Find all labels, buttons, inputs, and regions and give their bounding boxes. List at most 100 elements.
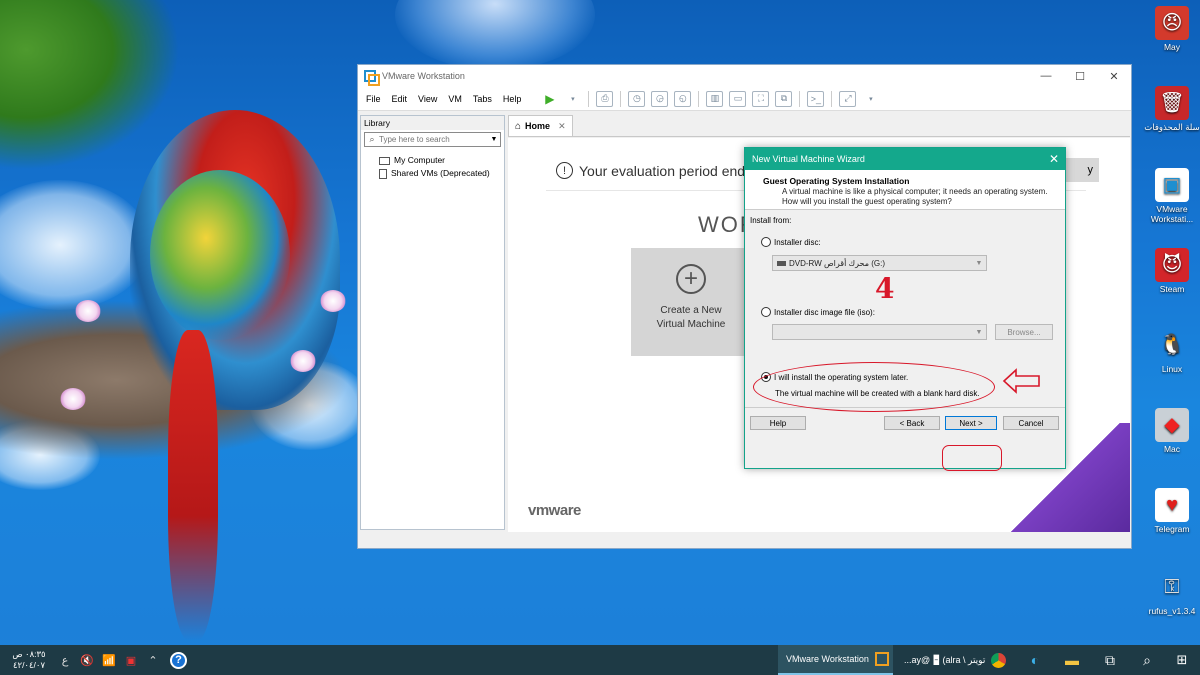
full-screen-icon[interactable]: ⛶ xyxy=(752,90,770,107)
desktop-icon-label: Telegram xyxy=(1154,524,1190,534)
desktop-icon-vmware[interactable]: ▣ VMware Workstati... xyxy=(1142,168,1200,225)
wifi-icon[interactable]: 📶 xyxy=(98,654,120,667)
linux-penguin-icon: 🐧 xyxy=(1159,333,1185,356)
maximize-button[interactable]: ☐ xyxy=(1063,70,1097,83)
background-flower xyxy=(75,300,101,322)
menu-vm[interactable]: VM xyxy=(448,94,462,104)
wizard-heading: Guest Operating System Installation xyxy=(763,176,910,186)
background-moon xyxy=(395,0,595,70)
recycle-bin-icon: 🗑 xyxy=(1155,86,1189,120)
minimize-button[interactable]: — xyxy=(1029,70,1063,83)
toolbar-separator xyxy=(588,90,590,107)
chevron-down-icon: ▼ xyxy=(975,328,983,336)
install-from-label: Install from: xyxy=(750,216,792,225)
toolbar-separator xyxy=(831,90,833,107)
new-vm-wizard-dialog: New Virtual Machine Wizard ✕ Guest Opera… xyxy=(744,147,1066,469)
search-icon[interactable]: ⌕ xyxy=(1137,650,1157,670)
toolbar: ▶ ▾ ⎙ ◷ ◶ ◵ ▥ ▭ ⛶ ⧉ >_ ⤢ ▾ xyxy=(538,90,882,107)
tab-home[interactable]: ⌂ Home ✕ xyxy=(508,115,573,136)
highlight-ellipse xyxy=(753,362,995,412)
play-icon[interactable]: ▶ xyxy=(541,91,558,107)
radio-installer-disc[interactable]: Installer disc: xyxy=(761,237,821,247)
clock[interactable]: ٠٨:٣٥ ص ٤٢/٠٤/٠٧ xyxy=(4,649,54,671)
menu-bar: File Edit View VM Tabs Help ▶ ▾ ⎙ ◷ ◶ ◵ … xyxy=(358,87,1131,111)
radio-installer-iso[interactable]: Installer disc image file (iso): xyxy=(761,307,875,317)
library-view-icon[interactable]: ▥ xyxy=(706,90,724,107)
tree-item-shared-vms[interactable]: Shared VMs (Deprecated) xyxy=(379,167,504,180)
close-button[interactable]: ✕ xyxy=(1097,70,1131,83)
chevron-down-icon[interactable]: ▼ xyxy=(488,136,500,143)
menu-file[interactable]: File xyxy=(366,94,381,104)
taskbar-browser-window[interactable]: ...ay@ 🁢 (alra \ تويتر xyxy=(900,645,1015,675)
wizard-close-button[interactable]: ✕ xyxy=(1043,152,1065,166)
file-explorer-icon[interactable]: ▬ xyxy=(1062,650,1082,670)
snapshot-manager-icon[interactable]: ◵ xyxy=(674,90,692,107)
system-tray: ع 🔇 📶 ▣ ⌃ ? xyxy=(54,651,187,669)
desktop-icon-mac[interactable]: ◆ Mac xyxy=(1142,408,1200,455)
desktop-icon-label: Steam xyxy=(1159,284,1185,294)
desktop-icon-rufus[interactable]: ⚿ rufus_v1.3.4 xyxy=(1142,570,1200,617)
stretch-icon[interactable]: ⤢ xyxy=(839,90,857,107)
exclamation-icon: ! xyxy=(556,162,573,179)
buy-now-button[interactable]: y xyxy=(1063,158,1099,182)
send-keys-icon[interactable]: ⎙ xyxy=(596,90,614,107)
console-icon[interactable]: >_ xyxy=(807,90,825,107)
next-button[interactable]: Next > xyxy=(945,416,997,430)
desktop-icon-label: Linux xyxy=(1161,364,1183,374)
help-button[interactable]: Help xyxy=(750,416,806,430)
vmware-app-icon xyxy=(874,652,889,666)
menu-tabs[interactable]: Tabs xyxy=(473,94,492,104)
revert-snapshot-icon[interactable]: ◶ xyxy=(651,90,669,107)
menu-edit[interactable]: Edit xyxy=(392,94,408,104)
background-cloud xyxy=(0,180,150,310)
desktop-icon-telegram[interactable]: ♥ Telegram xyxy=(1142,488,1200,535)
show-hidden-icons-chevron-up-icon[interactable]: ⌃ xyxy=(142,654,164,667)
snapshot-icon[interactable]: ◷ xyxy=(628,90,646,107)
toolbar-separator xyxy=(698,90,700,107)
tab-close-icon[interactable]: ✕ xyxy=(558,121,566,132)
wizard-titlebar[interactable]: New Virtual Machine Wizard ✕ xyxy=(745,148,1065,170)
desktop-icon-recycle-bin[interactable]: 🗑 سلة المحذوفات xyxy=(1142,86,1200,133)
library-search-input[interactable] xyxy=(379,135,488,144)
taskbar-vmware[interactable]: VMware Workstation xyxy=(778,645,893,675)
iso-path-select[interactable]: ▼ xyxy=(772,324,987,340)
unity-icon[interactable]: ⧉ xyxy=(775,90,793,107)
background-flower xyxy=(60,388,86,410)
desktop-icon-may[interactable]: 😠 May xyxy=(1142,6,1200,53)
menu-help[interactable]: Help xyxy=(503,94,522,104)
language-indicator[interactable]: ع xyxy=(54,654,76,667)
wizard-header: Guest Operating System Installation A vi… xyxy=(745,170,1065,210)
wizard-button-bar: Help < Back Next > Cancel xyxy=(745,407,1065,437)
evaluation-notice: ! Your evaluation period ends i xyxy=(556,162,759,179)
task-view-icon[interactable]: ⧉ xyxy=(1100,650,1120,670)
tree-item-my-computer[interactable]: My Computer xyxy=(379,154,504,167)
pdf-reader-icon[interactable]: ▣ xyxy=(120,654,142,667)
menu-view[interactable]: View xyxy=(418,94,437,104)
thumbnail-view-icon[interactable]: ▭ xyxy=(729,90,747,107)
desktop-icon-linux[interactable]: 🐧 Linux xyxy=(1142,328,1200,375)
home-tab-icon: ⌂ xyxy=(515,120,522,132)
dropdown-arrow-icon[interactable]: ▾ xyxy=(564,91,581,107)
desktop-icon-steam[interactable]: 😈 Steam xyxy=(1142,248,1200,295)
tree-item-label: My Computer xyxy=(394,155,446,165)
desktop-icon-label: VMware Workstati... xyxy=(1150,204,1194,224)
disc-select[interactable]: DVD-RW محرك أقراص (G:) ▼ xyxy=(772,255,987,271)
tab-strip: ⌂ Home ✕ xyxy=(508,115,1130,137)
windows-start-icon[interactable]: ⊞ xyxy=(1172,650,1192,670)
help-question-icon[interactable]: ? xyxy=(170,651,187,669)
status-bar xyxy=(358,532,1131,548)
back-button[interactable]: < Back xyxy=(884,416,940,430)
create-vm-label-line1: Create a New xyxy=(660,305,722,316)
vmware-logo: vmware xyxy=(528,502,581,519)
background-parrot-tail xyxy=(168,330,218,640)
browse-button[interactable]: Browse... xyxy=(995,324,1053,340)
angry-birds-icon: 😠 xyxy=(1155,6,1189,40)
create-vm-button[interactable]: + Create a New Virtual Machine xyxy=(631,248,751,356)
cancel-button[interactable]: Cancel xyxy=(1003,416,1059,430)
background-flower xyxy=(320,290,346,312)
window-titlebar[interactable]: VMware Workstation — ☐ ✕ xyxy=(358,65,1131,87)
volume-muted-icon[interactable]: 🔇 xyxy=(76,654,98,667)
desktop-icon-label: May xyxy=(1163,42,1181,52)
edge-icon[interactable]: ◐ xyxy=(1025,650,1045,670)
dropdown-arrow-icon[interactable]: ▾ xyxy=(862,91,879,107)
